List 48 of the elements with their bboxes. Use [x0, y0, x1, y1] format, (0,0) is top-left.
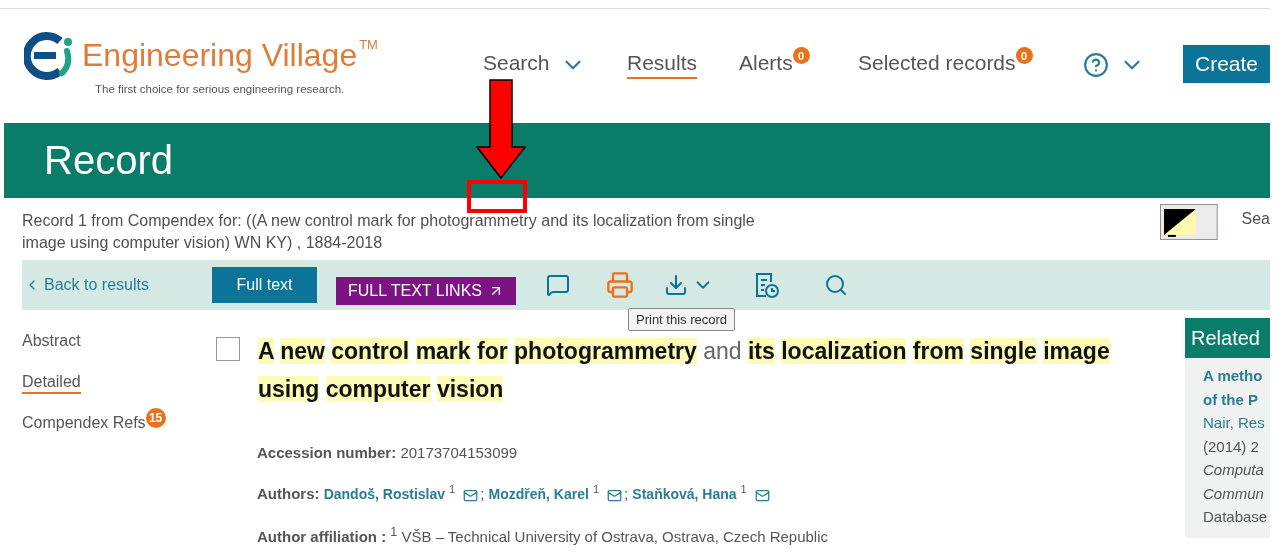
download-icon	[664, 273, 688, 297]
record-info: Record 1 from Compendex for: ((A new control mark for photogrammetry and its localization from single image using computer vision) WN KY) , 1884-2018	[22, 211, 756, 253]
nav-item[interactable]: Results	[626, 51, 739, 79]
separator: ;	[480, 485, 486, 502]
affiliation-mark: 1	[740, 483, 747, 495]
count-badge: 0	[1015, 47, 1033, 64]
field-label: Authors:	[257, 485, 320, 502]
separator: ;	[624, 485, 630, 502]
create-button[interactable]: Create	[1182, 45, 1270, 83]
count-badge: 15	[145, 408, 166, 428]
author-link[interactable]: Staňková, Hana	[632, 486, 737, 502]
history-icon[interactable]	[754, 271, 780, 299]
full-text-links-button[interactable]: FULL TEXT LINKS	[336, 277, 516, 305]
full-text-button[interactable]: Full text	[212, 267, 317, 303]
print-icon[interactable]	[606, 271, 634, 299]
mail-icon[interactable]	[607, 487, 622, 503]
affiliation-mark: 1	[592, 483, 599, 495]
author-link[interactable]: Dandoš, Rostislav	[323, 486, 446, 502]
related-link[interactable]: of the P	[1203, 387, 1270, 411]
record-title: A new control mark for photogrammetry and its localization from single image using computer vision	[258, 337, 1111, 404]
affiliation-mark: 1	[449, 483, 456, 495]
tagline: The first choice for serious engineering research.	[95, 83, 346, 95]
related-text: Nair, Res	[1203, 413, 1266, 433]
contrast-toggle-icon[interactable]	[1159, 204, 1218, 240]
related-title: Related	[1185, 318, 1270, 358]
author-affiliation: Author affiliation : $^{1}$ VŠB – Technical University of Ostrava, Ostrava, Czech Republic	[257, 524, 829, 545]
record-checkbox[interactable]	[216, 337, 240, 361]
related-text: Database	[1203, 507, 1269, 527]
section-link[interactable]: Abstract	[22, 332, 81, 353]
related-text: (2014) 2	[1203, 436, 1260, 457]
help-icon[interactable]	[1082, 52, 1109, 78]
related-text: Computa	[1203, 460, 1265, 480]
section-link[interactable]: Compendex Refs	[22, 414, 146, 435]
related-link[interactable]: A metho	[1203, 364, 1270, 388]
mail-icon[interactable]	[754, 487, 770, 503]
count-badge: 0	[792, 47, 810, 64]
mail-icon[interactable]	[463, 487, 479, 503]
back-link[interactable]: Back to results	[24, 276, 212, 294]
search-link[interactable]: Sea	[1241, 210, 1270, 260]
comment-icon[interactable]	[546, 273, 570, 297]
accession-number: Accession number: 20173704153099	[257, 444, 519, 461]
author-link[interactable]: Mozdřeň, Karel	[488, 486, 589, 502]
nav-item[interactable]: Search	[482, 51, 627, 79]
section-link[interactable]: Detailed	[22, 373, 81, 394]
tooltip: Print this record	[628, 308, 736, 331]
page-title: Record	[44, 138, 173, 183]
search-icon[interactable]	[824, 273, 848, 297]
related-text: Commun	[1203, 483, 1265, 504]
